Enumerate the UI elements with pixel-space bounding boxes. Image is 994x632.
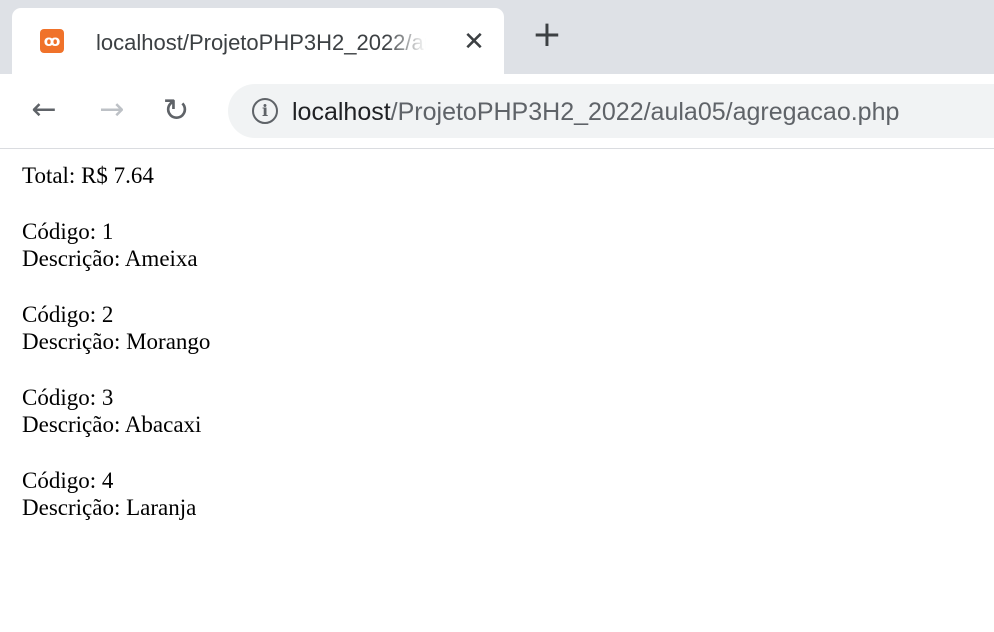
- list-item: Código: 3 Descrição: Abacaxi: [22, 384, 982, 438]
- reload-icon[interactable]: ↻: [154, 88, 198, 132]
- item-description: Descrição: Ameixa: [22, 246, 198, 271]
- address-bar[interactable]: i localhost/ProjetoPHP3H2_2022/aula05/ag…: [228, 84, 994, 138]
- back-arrow-icon[interactable]: ←: [22, 88, 66, 132]
- tab-close-icon[interactable]: ✕: [460, 28, 488, 56]
- item-code: Código: 3: [22, 385, 114, 410]
- tab-strip: ꝏ localhost/ProjetoPHP3H2_2022/aula05/ag…: [0, 0, 994, 74]
- new-tab-button[interactable]: +: [530, 17, 564, 53]
- site-info-icon[interactable]: i: [252, 98, 278, 124]
- url-host: localhost: [292, 98, 391, 126]
- browser-toolbar: ← → ↻ i localhost/ProjetoPHP3H2_2022/aul…: [0, 74, 994, 149]
- item-code: Código: 1: [22, 219, 114, 244]
- total-text: Total: R$ 7.64: [22, 163, 154, 188]
- page-content: Total: R$ 7.64 Código: 1 Descrição: Amei…: [22, 162, 982, 550]
- item-description: Descrição: Laranja: [22, 495, 197, 520]
- forward-arrow-icon[interactable]: →: [90, 88, 134, 132]
- list-item: Código: 4 Descrição: Laranja: [22, 467, 982, 521]
- item-description: Descrição: Abacaxi: [22, 412, 202, 437]
- list-item: Código: 2 Descrição: Morango: [22, 301, 982, 355]
- item-description: Descrição: Morango: [22, 329, 211, 354]
- url-path: /ProjetoPHP3H2_2022/aula05/agregacao.php: [390, 98, 900, 126]
- url-text[interactable]: localhost/ProjetoPHP3H2_2022/aula05/agre…: [292, 97, 899, 127]
- xampp-favicon-icon: ꝏ: [40, 29, 64, 53]
- item-code: Código: 2: [22, 302, 114, 327]
- list-item: Código: 1 Descrição: Ameixa: [22, 218, 982, 272]
- browser-tab[interactable]: ꝏ localhost/ProjetoPHP3H2_2022/aula05/ag…: [12, 8, 504, 74]
- tab-title: localhost/ProjetoPHP3H2_2022/aula05/agre…: [96, 30, 426, 55]
- item-code: Código: 4: [22, 468, 114, 493]
